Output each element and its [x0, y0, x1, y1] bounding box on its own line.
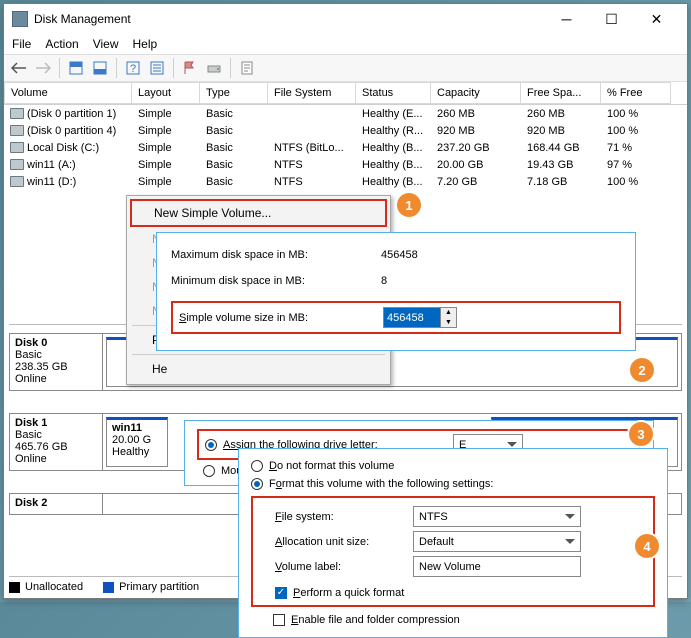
minimize-button[interactable]: ─	[544, 5, 589, 34]
menu-action[interactable]: Action	[45, 37, 78, 51]
spin-down[interactable]: ▼	[441, 318, 456, 328]
do-format-radio[interactable]	[251, 478, 263, 490]
toolbar: ?	[4, 54, 687, 82]
max-space-value: 456458	[381, 249, 418, 261]
menubar: File Action View Help	[4, 34, 687, 54]
vl-label: Volume label:	[259, 561, 413, 573]
menu-help[interactable]: Help	[133, 37, 158, 51]
properties-icon[interactable]	[236, 57, 258, 79]
col-fs[interactable]: File System	[268, 82, 356, 104]
col-status[interactable]: Status	[356, 82, 431, 104]
table-row[interactable]: (Disk 0 partition 4)SimpleBasicHealthy (…	[4, 122, 687, 139]
col-pct[interactable]: % Free	[601, 82, 671, 104]
volume-size-field[interactable]	[384, 308, 440, 327]
chevron-down-icon	[565, 539, 575, 544]
volume-icon	[10, 125, 24, 136]
quick-format-label: Perform a quick format	[293, 587, 404, 599]
step-badge-2: 2	[630, 358, 654, 382]
disk-name: Disk 1	[15, 417, 97, 429]
min-space-value: 8	[381, 275, 387, 287]
drive-icon[interactable]	[203, 57, 225, 79]
titlebar[interactable]: Disk Management ─ ☐ ✕	[4, 4, 687, 34]
forward-button[interactable]	[32, 57, 54, 79]
view-bottom-icon[interactable]	[89, 57, 111, 79]
no-format-label: Do not format this volume	[269, 460, 394, 472]
volume-icon	[10, 176, 24, 187]
menu-view[interactable]: View	[93, 37, 119, 51]
close-button[interactable]: ✕	[634, 5, 679, 34]
step-badge-3: 3	[629, 422, 653, 446]
au-label: Allocation unit size:	[259, 536, 413, 548]
chevron-down-icon	[507, 442, 517, 447]
back-button[interactable]	[8, 57, 30, 79]
mount-radio[interactable]	[203, 465, 215, 477]
app-icon	[12, 11, 28, 27]
quick-format-checkbox[interactable]	[275, 587, 287, 599]
assign-letter-radio[interactable]	[205, 439, 217, 451]
disk-name: Disk 0	[15, 337, 97, 349]
chevron-down-icon	[565, 514, 575, 519]
volume-size-input[interactable]: ▲▼	[383, 307, 457, 328]
spin-up[interactable]: ▲	[441, 308, 456, 318]
col-layout[interactable]: Layout	[132, 82, 200, 104]
col-type[interactable]: Type	[200, 82, 268, 104]
max-space-label: Maximum disk space in MB:	[171, 249, 381, 261]
settings-list-icon[interactable]	[146, 57, 168, 79]
step-badge-4: 4	[635, 534, 659, 558]
fs-select[interactable]: NTFS	[413, 506, 581, 527]
volume-label-input[interactable]: New Volume	[413, 556, 581, 577]
compression-checkbox[interactable]	[273, 614, 285, 626]
volume-list[interactable]: (Disk 0 partition 1)SimpleBasicHealthy (…	[4, 105, 687, 190]
step-badge-1: 1	[397, 193, 421, 217]
volume-icon	[10, 159, 24, 170]
legend-unallocated-swatch	[9, 582, 20, 593]
window-title: Disk Management	[34, 12, 544, 26]
volume-icon	[10, 142, 24, 153]
au-select[interactable]: Default	[413, 531, 581, 552]
flag-icon[interactable]	[179, 57, 201, 79]
table-row[interactable]: (Disk 0 partition 1)SimpleBasicHealthy (…	[4, 105, 687, 122]
volume-list-header: Volume Layout Type File System Status Ca…	[4, 82, 687, 105]
help-icon[interactable]: ?	[122, 57, 144, 79]
min-space-label: Minimum disk space in MB:	[171, 275, 381, 287]
menu-new-simple-volume[interactable]: New Simple Volume...	[130, 199, 387, 227]
compression-label: Enable file and folder compression	[291, 614, 460, 626]
view-top-icon[interactable]	[65, 57, 87, 79]
wizard-size-panel: Maximum disk space in MB: 456458 Minimum…	[156, 232, 636, 351]
table-row[interactable]: Local Disk (C:)SimpleBasicNTFS (BitLo...…	[4, 139, 687, 156]
col-capacity[interactable]: Capacity	[431, 82, 521, 104]
svg-text:?: ?	[130, 63, 136, 75]
maximize-button[interactable]: ☐	[589, 5, 634, 34]
col-free[interactable]: Free Spa...	[521, 82, 601, 104]
table-row[interactable]: win11 (D:)SimpleBasicNTFSHealthy (B...7.…	[4, 173, 687, 190]
legend-primary-swatch	[103, 582, 114, 593]
format-panel: Do not format this volume Format this vo…	[238, 448, 668, 638]
menu-file[interactable]: File	[12, 37, 31, 51]
fs-label: File system:	[259, 511, 413, 523]
do-format-label: Format this volume with the following se…	[269, 478, 493, 490]
partition[interactable]: win11 20.00 G Healthy	[106, 417, 168, 467]
size-label: SSimple volume size in MB:imple volume s…	[179, 312, 383, 324]
no-format-radio[interactable]	[251, 460, 263, 472]
col-volume[interactable]: Volume	[4, 82, 132, 104]
volume-icon	[10, 108, 24, 119]
table-row[interactable]: win11 (A:)SimpleBasicNTFSHealthy (B...20…	[4, 156, 687, 173]
